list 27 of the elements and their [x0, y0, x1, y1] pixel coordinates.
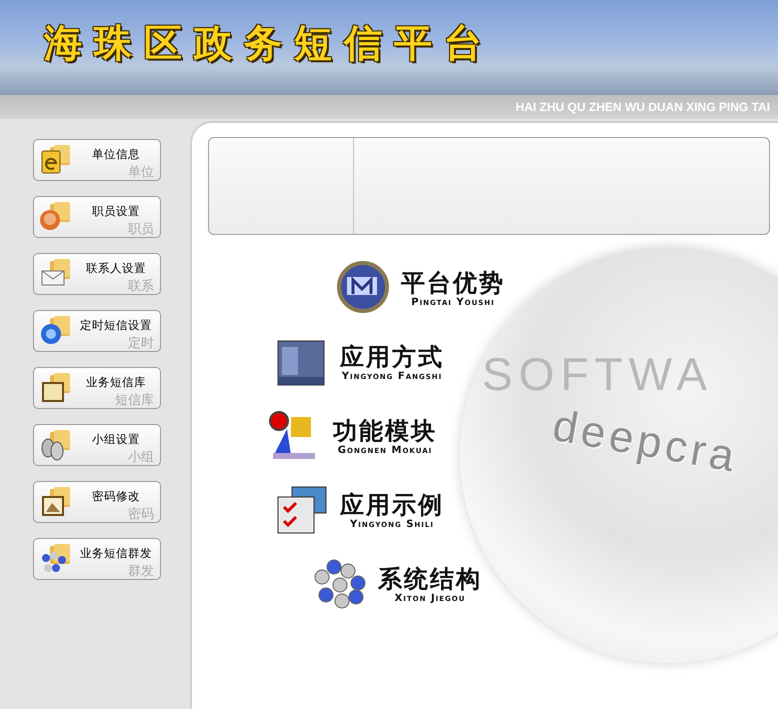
menu-link[interactable]: 功能模块 Gongnen Mokuai	[267, 409, 437, 463]
sidebar-button[interactable]: 联系人设置 联系	[33, 253, 161, 295]
watermark-label: 定时	[128, 336, 154, 351]
watermark-label: 联系	[128, 279, 154, 294]
sidebar-button[interactable]: 职员设置 职员	[33, 196, 161, 238]
sidebar-button[interactable]: 小组设置 小组	[33, 424, 161, 466]
menu-link[interactable]: 应用示例 Yingyong Shili	[274, 483, 444, 537]
menu-link[interactable]: 平台优势 Pingtai Youshi	[335, 261, 505, 315]
watermark-label: 短信库	[115, 393, 154, 408]
watermark-label: 单位	[128, 165, 154, 180]
watermark-label: 密码	[128, 507, 154, 522]
sidebar-button[interactable]: 业务短信库 短信库	[33, 367, 161, 409]
decoration-text: deepcra	[549, 401, 742, 483]
site-title: 海珠区政务短信平台	[44, 19, 494, 67]
watermark-label: 群发	[128, 564, 154, 579]
sidebar-button[interactable]: 单位信息 单位	[33, 139, 161, 181]
molecule-icon	[312, 557, 368, 611]
menu-link[interactable]: 系统结构 Xiton Jiegou	[312, 557, 482, 611]
watermark-label: 职员	[128, 222, 154, 237]
menu-link[interactable]: 应用方式 Yingyong Fangshi	[274, 335, 444, 389]
sidebar-button[interactable]: 密码修改 密码	[33, 481, 161, 523]
sidebar-button[interactable]: 定时短信设置 定时	[33, 310, 161, 352]
logo-badge-icon	[335, 261, 391, 315]
decoration-text: SOFTWA	[482, 347, 714, 401]
site-subtitle: HAI ZHU QU ZHEN WU DUAN XING PING TAI	[516, 100, 770, 114]
watermark-label: 小组	[128, 450, 154, 465]
sidebar-button[interactable]: 业务短信群发 群发	[33, 538, 161, 580]
